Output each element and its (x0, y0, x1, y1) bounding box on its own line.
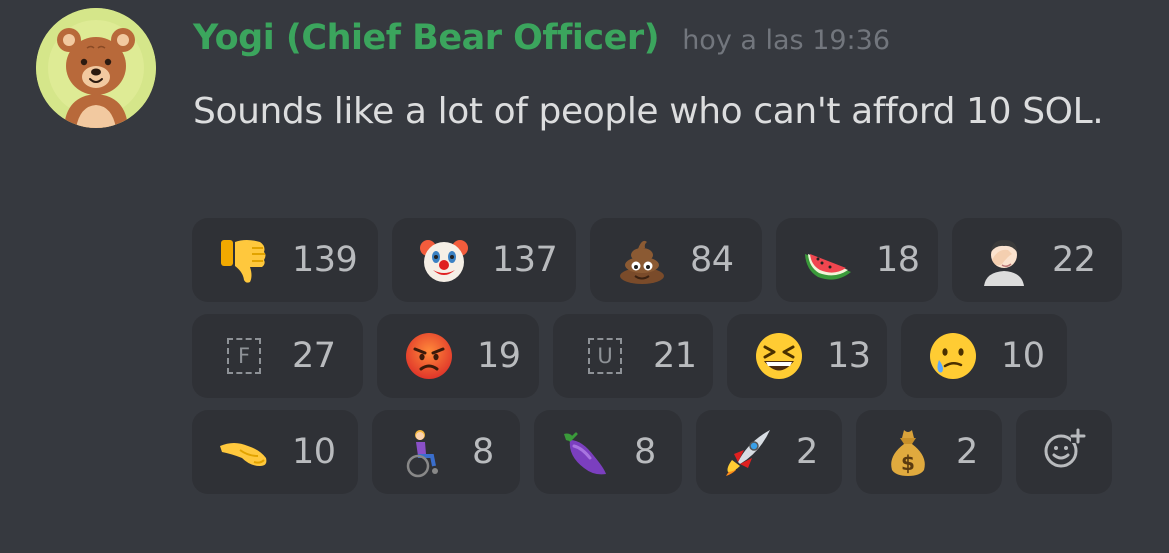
reaction-row: 10 8 8 2 $ 2 (192, 410, 1136, 494)
reaction-thumbs-down[interactable]: 139 (192, 218, 378, 302)
chat-message: Yogi (Chief Bear Officer) hoy a las 19:3… (0, 0, 1169, 553)
message-timestamp[interactable]: hoy a las 19:36 (682, 25, 890, 56)
thumbs-down-icon (218, 234, 270, 286)
pile-of-poo-icon (616, 234, 668, 286)
reaction-count: 22 (1052, 240, 1096, 280)
reaction-count: 18 (876, 240, 920, 280)
custom-emoji-u-label: U (588, 338, 622, 374)
reaction-rocket[interactable]: 2 (696, 410, 842, 494)
reaction-pile-of-poo[interactable]: 84 (590, 218, 762, 302)
reaction-count: 137 (492, 240, 558, 280)
reaction-count: 8 (634, 432, 656, 472)
svg-text:$: $ (901, 451, 915, 475)
money-bag-icon: $ (882, 426, 934, 478)
reaction-custom-u[interactable]: U 21 (553, 314, 713, 398)
clown-face-icon (418, 234, 470, 286)
angry-face-icon (403, 330, 455, 382)
reaction-row: F 27 19 U 21 13 10 (192, 314, 1136, 398)
custom-emoji-u: U (579, 330, 631, 382)
message-content: Sounds like a lot of people who can't af… (193, 91, 1104, 132)
reaction-angry-face[interactable]: 19 (377, 314, 539, 398)
facepalm-icon (978, 234, 1030, 286)
reaction-row: 139 137 84 18 22 (192, 218, 1136, 302)
reaction-count: 27 (292, 336, 336, 376)
reaction-facepalm[interactable]: 22 (952, 218, 1122, 302)
add-reaction-icon (1041, 427, 1087, 477)
reaction-count: 84 (690, 240, 734, 280)
reaction-bar: 139 137 84 18 22 F 27 19 U 21 13 10 10 8… (192, 218, 1136, 506)
person-in-wheelchair-icon (398, 426, 450, 478)
user-avatar[interactable] (36, 8, 156, 128)
custom-emoji-f: F (218, 330, 270, 382)
reaction-count: 10 (1001, 336, 1045, 376)
reaction-count: 2 (796, 432, 818, 472)
reaction-count: 10 (292, 432, 336, 472)
rocket-icon (722, 426, 774, 478)
username[interactable]: Yogi (Chief Bear Officer) (193, 18, 660, 58)
reaction-count: 8 (472, 432, 494, 472)
reaction-pinching-hand[interactable]: 10 (192, 410, 358, 494)
reaction-count: 2 (956, 432, 978, 472)
custom-emoji-f-label: F (227, 338, 261, 374)
reaction-count: 13 (827, 336, 871, 376)
grinning-squinting-face-icon (753, 330, 805, 382)
reaction-count: 139 (292, 240, 358, 280)
watermelon-icon (802, 234, 854, 286)
reaction-person-in-wheelchair[interactable]: 8 (372, 410, 520, 494)
reaction-watermelon[interactable]: 18 (776, 218, 938, 302)
smiling-face-with-tear-icon (927, 330, 979, 382)
reaction-grinning-squinting-face[interactable]: 13 (727, 314, 887, 398)
bear-avatar-icon (36, 8, 156, 128)
message-header: Yogi (Chief Bear Officer) hoy a las 19:3… (193, 18, 890, 58)
reaction-custom-f[interactable]: F 27 (192, 314, 363, 398)
pinching-hand-icon (218, 426, 270, 478)
reaction-count: 21 (653, 336, 697, 376)
reaction-clown-face[interactable]: 137 (392, 218, 576, 302)
reaction-eggplant[interactable]: 8 (534, 410, 682, 494)
add-reaction-button[interactable] (1016, 410, 1112, 494)
reaction-count: 19 (477, 336, 521, 376)
reaction-smiling-face-with-tear[interactable]: 10 (901, 314, 1067, 398)
reaction-money-bag[interactable]: $ 2 (856, 410, 1002, 494)
eggplant-icon (560, 426, 612, 478)
